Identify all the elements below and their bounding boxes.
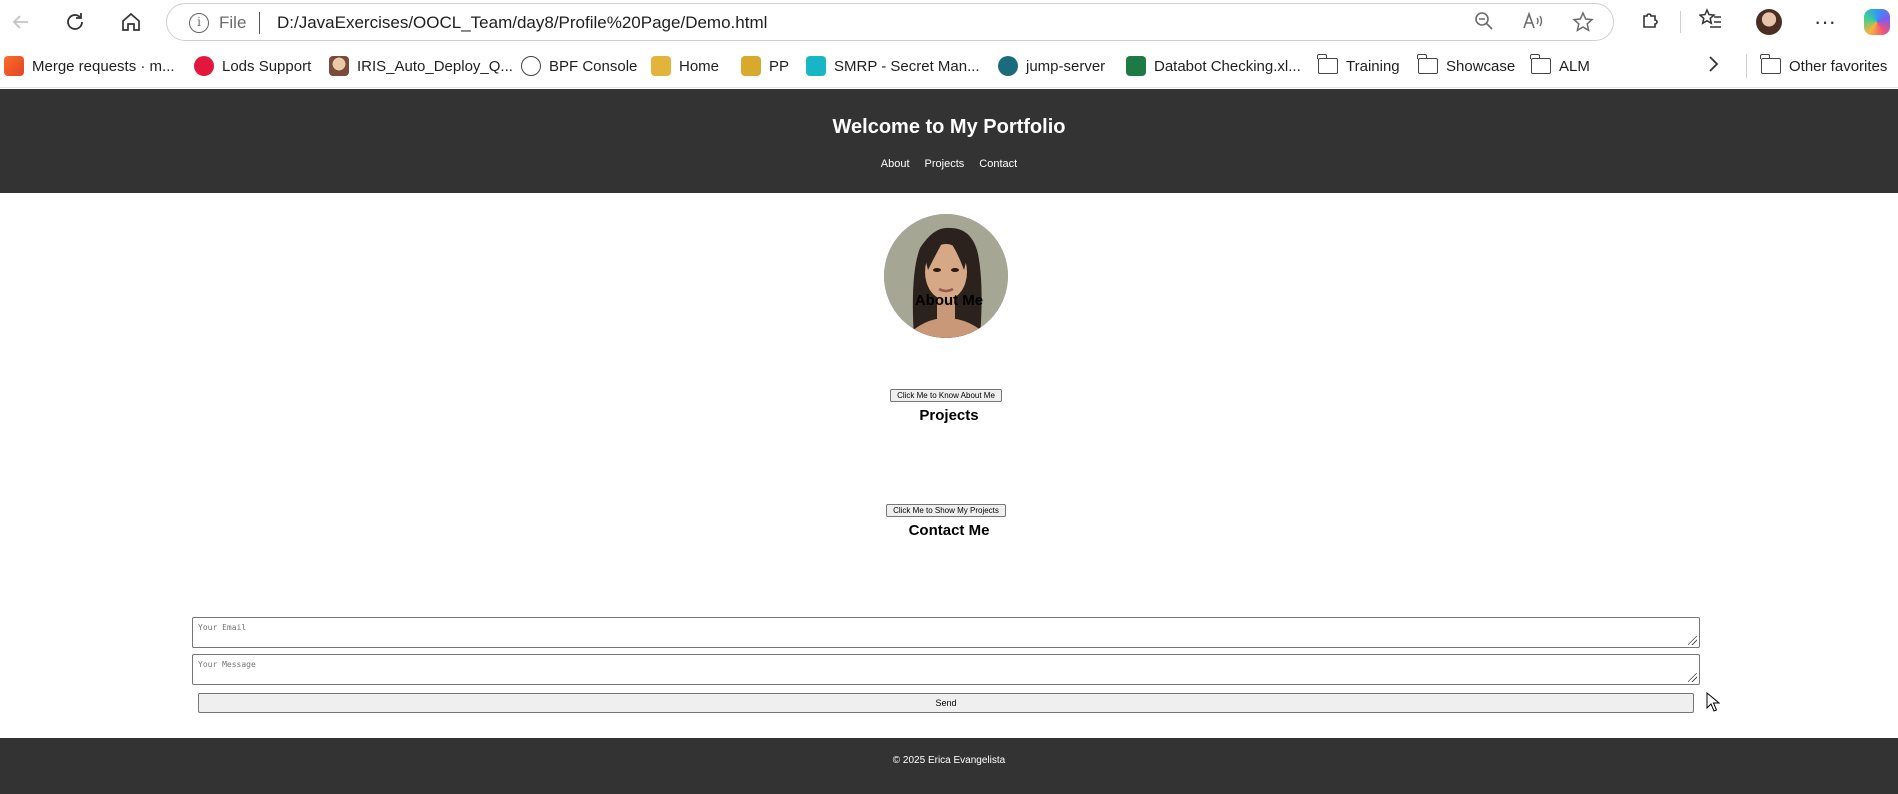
browser-toolbar: i File D:/JavaExercises/OOCL_Team/day8/P… (0, 0, 1898, 44)
address-scheme: File (219, 13, 247, 32)
home-icon[interactable] (116, 7, 146, 37)
email-placeholder: Your Email (198, 623, 247, 632)
bookmark-label: BPF Console (549, 57, 638, 75)
bookmark-lods-support[interactable]: Lods Support (194, 56, 311, 76)
folder-icon (1530, 54, 1551, 74)
favorite-star-icon[interactable] (1571, 11, 1595, 35)
site-footer: © 2025 Erica Evangelista (0, 738, 1898, 794)
bookmark-label: Databot Checking.xl... (1154, 57, 1301, 75)
bookmark-label: PP (769, 57, 790, 75)
jump-server-icon (998, 56, 1018, 76)
bookmarks-divider (1746, 54, 1747, 78)
profile-avatar[interactable] (1756, 9, 1782, 35)
more-menu-icon[interactable]: ··· (1810, 8, 1840, 36)
bookmarks-bar: Merge requests · m... Lods Support IRIS_… (0, 44, 1898, 88)
bookmark-folder-alm[interactable]: ALM (1530, 54, 1590, 76)
bookmark-label: SMRP - Secret Man... (834, 57, 980, 75)
pp-app-icon (741, 56, 761, 76)
resize-grip-icon[interactable] (1688, 673, 1697, 682)
footer-copyright: © 2025 Erica Evangelista (892, 755, 1006, 766)
excel-icon (1126, 56, 1146, 76)
refresh-icon[interactable] (60, 7, 90, 37)
send-button[interactable]: Send (198, 693, 1694, 713)
projects-heading: Projects (919, 407, 979, 424)
bookmark-label: Training (1346, 57, 1400, 75)
contact-heading: Contact Me (908, 522, 990, 539)
read-aloud-icon[interactable] (1521, 11, 1545, 35)
email-field[interactable]: Your Email (192, 617, 1700, 648)
bookmark-databot-checking[interactable]: Databot Checking.xl... (1126, 56, 1301, 76)
bookmark-smrp[interactable]: SMRP - Secret Man... (806, 56, 980, 76)
lods-icon (194, 56, 214, 76)
bookmark-folder-showcase[interactable]: Showcase (1417, 54, 1516, 76)
about-me-button[interactable]: Click Me to Know About Me (890, 389, 1002, 402)
mouse-cursor-icon (1706, 692, 1720, 712)
favorites-icon[interactable] (1696, 8, 1726, 36)
bookmark-label: Lods Support (222, 57, 312, 75)
nav-link-contact[interactable]: Contact (979, 158, 1017, 170)
site-nav: About Projects Contact (0, 158, 1898, 170)
resize-grip-icon[interactable] (1688, 636, 1697, 645)
bookmark-other-favorites[interactable]: Other favorites (1760, 54, 1888, 76)
bookmark-label: IRIS_Auto_Deploy_Q... (357, 57, 513, 75)
jenkins-icon (329, 56, 349, 76)
bookmark-label: ALM (1559, 57, 1590, 75)
page-title: Welcome to My Portfolio (832, 116, 1066, 138)
address-bar[interactable]: i File D:/JavaExercises/OOCL_Team/day8/P… (166, 3, 1614, 41)
nav-link-projects[interactable]: Projects (925, 158, 965, 170)
copilot-icon[interactable] (1864, 9, 1890, 35)
message-placeholder: Your Message (198, 660, 256, 669)
site-header: Welcome to My Portfolio About Projects C… (0, 89, 1898, 193)
toolbar-divider (1680, 11, 1681, 33)
nav-link-about[interactable]: About (881, 158, 910, 170)
smrp-icon (806, 56, 826, 76)
message-field[interactable]: Your Message (192, 654, 1700, 685)
home-app-icon (651, 56, 671, 76)
gitlab-icon (4, 56, 24, 76)
show-projects-button[interactable]: Click Me to Show My Projects (886, 504, 1006, 517)
zoom-icon[interactable] (1472, 11, 1496, 35)
folder-icon (1417, 54, 1438, 74)
address-url[interactable]: D:/JavaExercises/OOCL_Team/day8/Profile%… (277, 13, 767, 33)
bookmarks-overflow-chevron-icon[interactable] (1706, 54, 1720, 80)
bookmark-label: Home (679, 57, 720, 75)
bookmark-label: Showcase (1446, 57, 1516, 75)
bookmark-folder-training[interactable]: Training (1317, 54, 1400, 76)
bookmark-label: jump-server (1026, 57, 1106, 75)
bookmark-label: Other favorites (1789, 57, 1888, 75)
globe-icon (521, 56, 541, 76)
folder-icon (1317, 54, 1338, 74)
bookmark-pp[interactable]: PP (741, 56, 789, 76)
profile-photo (884, 214, 1008, 338)
bookmark-home[interactable]: Home (651, 56, 719, 76)
bookmark-merge-requests[interactable]: Merge requests · m... (4, 56, 175, 76)
folder-icon (1760, 54, 1781, 74)
bookmark-jump-server[interactable]: jump-server (998, 56, 1105, 76)
extensions-icon[interactable] (1636, 8, 1666, 36)
back-icon[interactable] (6, 7, 36, 37)
site-info-icon[interactable]: i (189, 13, 209, 33)
web-page: Welcome to My Portfolio About Projects C… (0, 89, 1898, 794)
about-heading: About Me (914, 292, 984, 309)
bookmark-iris-auto-deploy[interactable]: IRIS_Auto_Deploy_Q... (329, 56, 513, 76)
bookmark-label: Merge requests · m... (32, 57, 175, 75)
bookmark-bpf-console[interactable]: BPF Console (521, 56, 637, 76)
address-divider (259, 12, 260, 34)
